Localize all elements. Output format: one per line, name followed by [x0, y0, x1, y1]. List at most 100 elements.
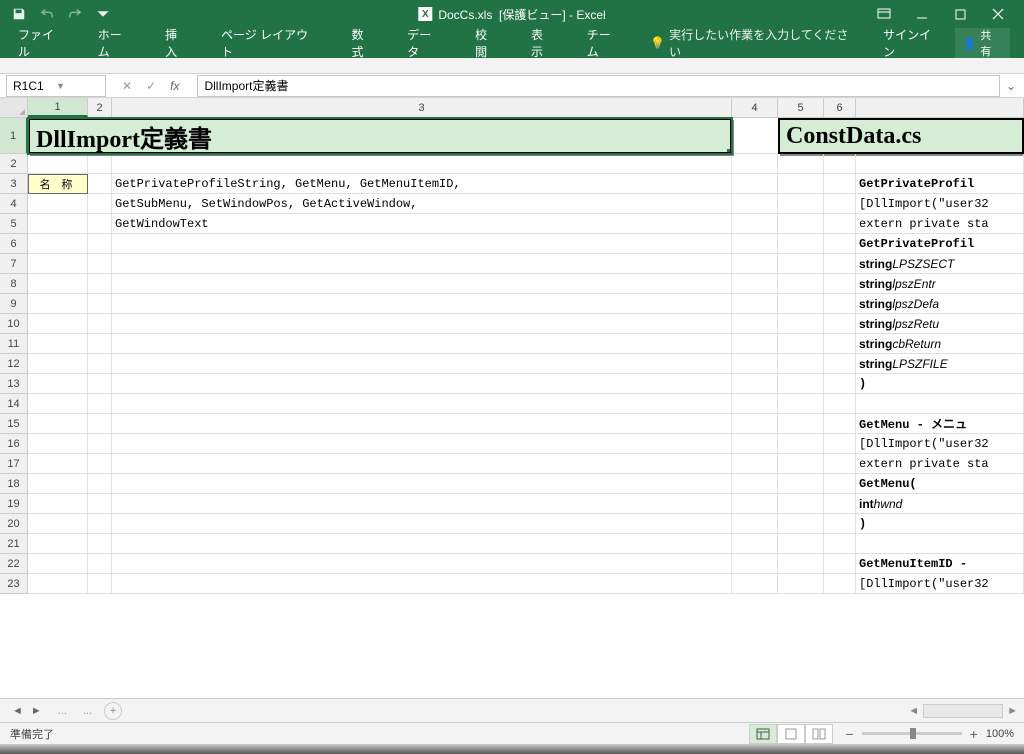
cell[interactable]: ) [856, 514, 1024, 534]
cell[interactable] [778, 574, 824, 594]
cell[interactable]: GetMenu - メニュ [856, 414, 1024, 434]
cell[interactable] [732, 174, 778, 194]
cell[interactable] [112, 534, 732, 554]
cell[interactable] [88, 414, 112, 434]
cell[interactable] [88, 374, 112, 394]
cell[interactable] [112, 374, 732, 394]
cell[interactable] [28, 434, 88, 454]
view-page-layout-icon[interactable] [777, 724, 805, 744]
cell[interactable]: DllImport定義書 [28, 118, 732, 154]
cell[interactable] [112, 514, 732, 534]
row-header[interactable]: 6 [0, 234, 28, 254]
worksheet[interactable]: 123456 1DllImport定義書ConstData.cs23名 称Get… [0, 98, 1024, 698]
row-header[interactable]: 23 [0, 574, 28, 594]
column-header[interactable]: 5 [778, 98, 824, 117]
row-header[interactable]: 15 [0, 414, 28, 434]
cell[interactable] [28, 474, 88, 494]
cell[interactable] [824, 194, 856, 214]
close-icon[interactable] [988, 4, 1008, 24]
tab-overflow-right[interactable]: ... [75, 705, 100, 717]
cell[interactable] [824, 454, 856, 474]
cell[interactable] [778, 394, 824, 414]
view-page-break-icon[interactable] [805, 724, 833, 744]
cell[interactable] [112, 294, 732, 314]
cell[interactable] [824, 494, 856, 514]
row-header[interactable]: 12 [0, 354, 28, 374]
cell[interactable] [732, 474, 778, 494]
cell[interactable] [824, 554, 856, 574]
save-icon[interactable] [6, 2, 32, 26]
tab-formulas[interactable]: 数式 [347, 22, 379, 64]
cell[interactable] [778, 274, 824, 294]
view-normal-icon[interactable] [749, 724, 777, 744]
zoom-slider[interactable] [862, 732, 962, 735]
cell[interactable]: ConstData.cs [778, 118, 1024, 154]
row-header[interactable]: 8 [0, 274, 28, 294]
cell[interactable] [88, 454, 112, 474]
cell[interactable] [28, 154, 88, 174]
cell[interactable] [778, 294, 824, 314]
cell[interactable]: string lpszRetu [856, 314, 1024, 334]
cell[interactable] [732, 334, 778, 354]
column-header[interactable]: 2 [88, 98, 112, 117]
cell[interactable] [28, 234, 88, 254]
cell[interactable] [778, 154, 824, 174]
cell[interactable] [88, 354, 112, 374]
cell[interactable] [824, 574, 856, 594]
cell[interactable]: int hwnd [856, 494, 1024, 514]
cell[interactable] [88, 194, 112, 214]
cell[interactable] [28, 254, 88, 274]
cell[interactable] [856, 534, 1024, 554]
cell[interactable] [112, 474, 732, 494]
horizontal-scrollbar[interactable]: ◄ ► [908, 704, 1024, 718]
cell[interactable] [778, 254, 824, 274]
cell[interactable] [778, 214, 824, 234]
cell[interactable] [856, 154, 1024, 174]
cell[interactable] [732, 154, 778, 174]
column-header[interactable]: 1 [28, 98, 88, 117]
cell[interactable]: [DllImport("user32 [856, 434, 1024, 454]
cell[interactable]: 名 称 [28, 174, 88, 194]
row-header[interactable]: 4 [0, 194, 28, 214]
cell[interactable] [28, 554, 88, 574]
select-all-button[interactable] [0, 98, 28, 117]
cell[interactable] [778, 514, 824, 534]
cell[interactable]: GetWindowText [112, 214, 732, 234]
cell[interactable] [824, 314, 856, 334]
column-header[interactable]: 6 [824, 98, 856, 117]
tab-view[interactable]: 表示 [527, 22, 559, 64]
cell[interactable] [28, 454, 88, 474]
cell[interactable] [732, 494, 778, 514]
cell[interactable] [88, 474, 112, 494]
cell[interactable] [824, 534, 856, 554]
cell[interactable] [732, 514, 778, 534]
row-header[interactable]: 11 [0, 334, 28, 354]
tab-page-layout[interactable]: ページ レイアウト [217, 22, 323, 64]
row-header[interactable]: 14 [0, 394, 28, 414]
cell[interactable] [856, 394, 1024, 414]
cell[interactable]: string cbReturn [856, 334, 1024, 354]
row-header[interactable]: 9 [0, 294, 28, 314]
zoom-level[interactable]: 100% [986, 728, 1014, 740]
cell[interactable] [112, 414, 732, 434]
cell[interactable] [88, 334, 112, 354]
cell[interactable] [778, 374, 824, 394]
cell[interactable] [88, 174, 112, 194]
tab-nav-prev-icon[interactable]: ◄ [12, 705, 23, 717]
cell[interactable]: string LPSZSECT [856, 254, 1024, 274]
cell[interactable] [88, 514, 112, 534]
cell[interactable] [778, 354, 824, 374]
cell[interactable] [732, 314, 778, 334]
cell[interactable]: string lpszDefa [856, 294, 1024, 314]
cell[interactable] [28, 214, 88, 234]
cell[interactable] [88, 574, 112, 594]
cell[interactable] [88, 434, 112, 454]
cell[interactable] [112, 254, 732, 274]
row-header[interactable]: 3 [0, 174, 28, 194]
row-header[interactable]: 16 [0, 434, 28, 454]
cell[interactable]: GetMenu( [856, 474, 1024, 494]
cell[interactable] [88, 294, 112, 314]
cell[interactable] [778, 174, 824, 194]
row-header[interactable]: 10 [0, 314, 28, 334]
cell[interactable] [112, 394, 732, 414]
